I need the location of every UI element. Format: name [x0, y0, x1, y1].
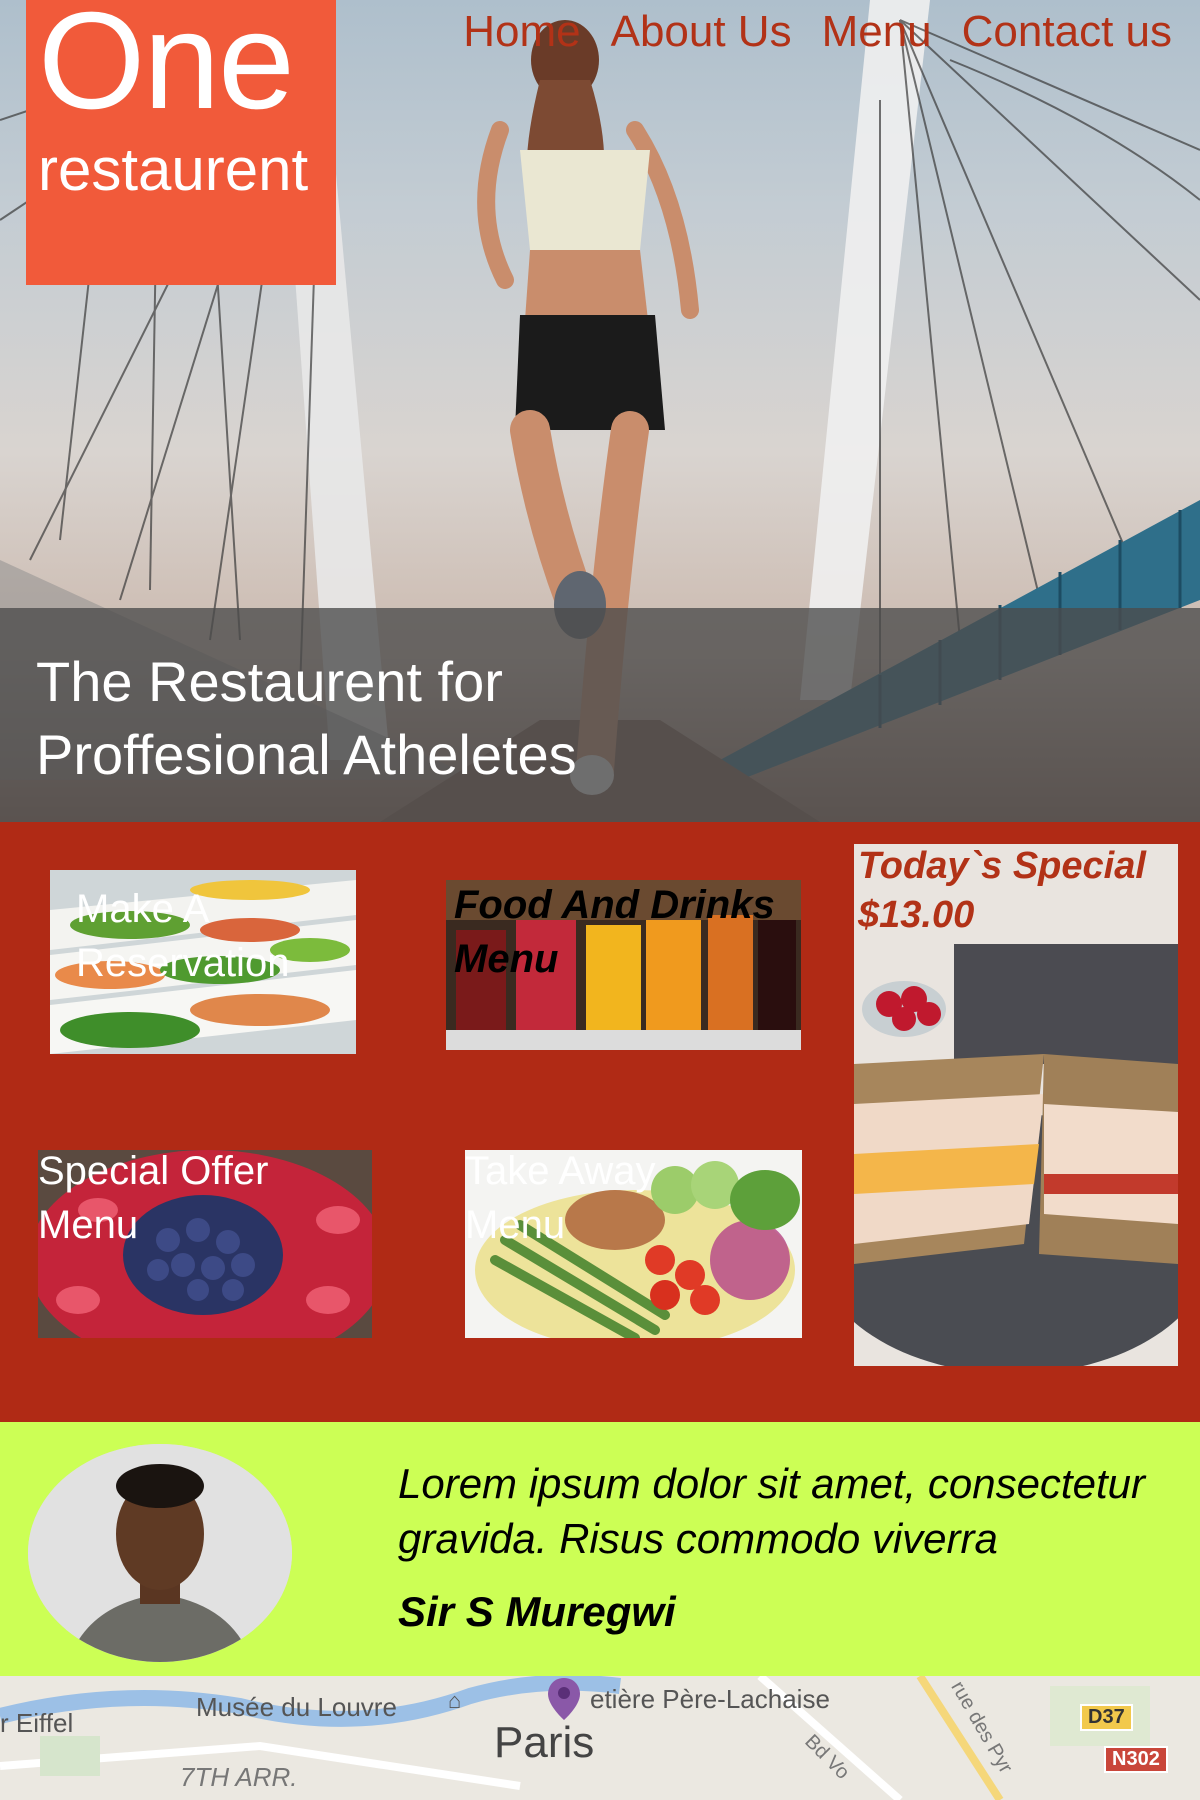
todays-special-price: $13.00: [858, 894, 975, 937]
nav-link-contact-us[interactable]: Contact us: [962, 6, 1172, 59]
special-offer-menu-tile[interactable]: Special Offer Menu: [38, 1150, 372, 1338]
map-label-arrondissement: 7TH ARR.: [180, 1762, 298, 1792]
todays-special-heading: Today`s Special $13.00: [858, 844, 1146, 941]
hero-section: One restaurent Home About Us Menu Contac…: [0, 0, 1200, 822]
special-offer-label-line2: Menu: [38, 1203, 139, 1247]
main-navigation: Home About Us Menu Contact us: [463, 6, 1172, 59]
location-map[interactable]: r Eiffel Musée du Louvre ⌂ 7TH ARR. Pari…: [0, 1676, 1200, 1800]
brand-name-large: One: [38, 0, 295, 138]
special-offer-label-line1: Special Offer: [38, 1150, 269, 1193]
food-and-drinks-menu-tile[interactable]: Food And Drinks Menu: [446, 880, 801, 1050]
reservation-label-line2: Reservation: [76, 941, 290, 985]
nav-link-menu[interactable]: Menu: [822, 6, 932, 59]
testimonial-avatar: [28, 1444, 292, 1662]
testimonial-author: Sir S Muregwi: [398, 1588, 676, 1635]
road-badge-d37: D37: [1080, 1704, 1133, 1731]
nav-link-about-us[interactable]: About Us: [611, 6, 792, 59]
food-drinks-label-line2: Menu: [454, 937, 559, 981]
map-pin-icon[interactable]: [546, 1676, 582, 1722]
nav-link-home[interactable]: Home: [463, 6, 580, 59]
testimonial-quote: Lorem ipsum dolor sit amet, consectetur …: [398, 1456, 1188, 1567]
todays-special-card[interactable]: Today`s Special $13.00: [854, 844, 1178, 1366]
testimonial-section: Lorem ipsum dolor sit amet, consectetur …: [0, 1422, 1200, 1676]
take-away-tile-label: Take Away Menu: [465, 1150, 656, 1252]
make-reservation-tile[interactable]: Make A Reservation: [50, 870, 356, 1054]
reservation-tile-label: Make A Reservation: [76, 882, 289, 990]
brand-logo[interactable]: One restaurent: [26, 0, 336, 285]
hero-tagline-banner: The Restaurent for Proffesional Athelete…: [0, 608, 1200, 822]
food-drinks-tile-label: Food And Drinks Menu: [454, 880, 775, 986]
museum-icon: ⌂: [448, 1688, 462, 1713]
take-away-menu-tile[interactable]: Take Away Menu: [465, 1150, 802, 1338]
food-drinks-label-line1: Food And Drinks: [454, 883, 775, 927]
take-away-label-line2: Menu: [465, 1203, 566, 1247]
hero-headline-line1: The Restaurent for: [36, 650, 503, 713]
road-badge-n302: N302: [1104, 1746, 1168, 1773]
hero-headline-line2: Proffesional Atheletes: [36, 722, 577, 786]
brand-name-small: restaurent: [38, 136, 309, 203]
menu-tiles-section: Make A Reservation Food And Drinks Menu: [0, 822, 1200, 1422]
reservation-label-line1: Make A: [76, 887, 210, 931]
map-label-louvre: Musée du Louvre: [196, 1692, 397, 1722]
person-portrait-image: [28, 1444, 292, 1662]
hero-headline: The Restaurent for Proffesional Athelete…: [36, 646, 577, 792]
testimonial-quote-line1: Lorem ipsum dolor sit amet, consectetur: [398, 1460, 1145, 1507]
todays-special-title: Today`s Special: [858, 845, 1146, 887]
map-label-cemetery: etière Père-Lachaise: [590, 1684, 830, 1714]
map-label-eiffel: r Eiffel: [0, 1708, 74, 1738]
take-away-label-line1: Take Away: [465, 1150, 656, 1193]
testimonial-quote-line2: gravida. Risus commodo viverra: [398, 1515, 998, 1563]
special-offer-tile-label: Special Offer Menu: [38, 1150, 269, 1252]
map-label-city: Paris: [494, 1718, 595, 1767]
